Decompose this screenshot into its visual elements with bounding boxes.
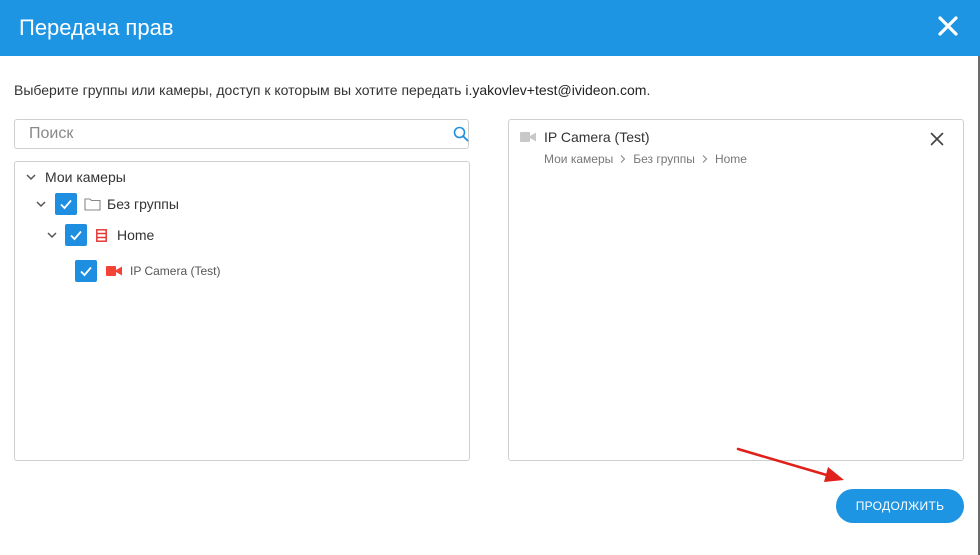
tree-camera[interactable]: IP Camera (Test)	[75, 259, 220, 283]
tree-group-label: Без группы	[107, 196, 179, 212]
instruction-text: Выберите группы или камеры, доступ к кот…	[14, 82, 650, 98]
instruction-suffix: .	[646, 82, 651, 98]
selected-item-path: Мои камеры Без группы Home	[544, 152, 747, 166]
chevron-down-icon[interactable]	[35, 198, 47, 210]
server-icon	[96, 228, 107, 242]
camera-tree: Мои камеры Без группы Home IP Camera (Te…	[14, 161, 470, 461]
search-input[interactable]	[15, 120, 435, 148]
tree-camera-label: IP Camera (Test)	[130, 264, 221, 278]
chevron-down-icon[interactable]	[46, 229, 58, 241]
camera-checkbox[interactable]	[75, 260, 97, 282]
check-icon	[80, 266, 92, 277]
remove-icon[interactable]	[930, 132, 944, 146]
selected-list: IP Camera (Test) Мои камеры Без группы H…	[508, 119, 964, 461]
tree-server-label: Home	[117, 227, 155, 243]
check-icon	[60, 199, 72, 210]
instruction-main: Выберите группы или камеры, доступ к кот…	[14, 82, 466, 98]
group-checkbox[interactable]	[55, 193, 77, 215]
chevron-right-icon	[620, 155, 626, 163]
dialog-title: Передача прав	[19, 15, 174, 40]
folder-icon	[84, 198, 101, 211]
chevron-right-icon	[702, 155, 708, 163]
tree-root-label: Мои камеры	[45, 169, 126, 185]
chevron-down-icon[interactable]	[25, 171, 37, 183]
check-icon	[70, 230, 82, 241]
continue-button[interactable]: ПРОДОЛЖИТЬ	[836, 489, 964, 523]
server-checkbox[interactable]	[65, 224, 87, 246]
annotation-arrow	[736, 447, 844, 482]
tree-server[interactable]: Home	[46, 223, 154, 247]
close-icon	[938, 16, 958, 36]
search-box	[14, 119, 469, 149]
tree-root[interactable]: Мои камеры	[25, 167, 126, 187]
camera-icon	[106, 266, 122, 276]
search-icon[interactable]	[453, 126, 469, 142]
path-segment: Мои камеры	[544, 152, 614, 166]
camera-icon	[520, 132, 536, 142]
close-button[interactable]	[934, 12, 962, 40]
tree-group[interactable]: Без группы	[35, 192, 179, 216]
dialog-header: Передача прав	[0, 0, 980, 56]
recipient-email: i.yakovlev+test@ivideon.com	[465, 82, 647, 98]
path-segment: Без группы	[633, 152, 695, 166]
path-segment: Home	[714, 152, 747, 166]
selected-item-title: IP Camera (Test)	[544, 129, 650, 145]
